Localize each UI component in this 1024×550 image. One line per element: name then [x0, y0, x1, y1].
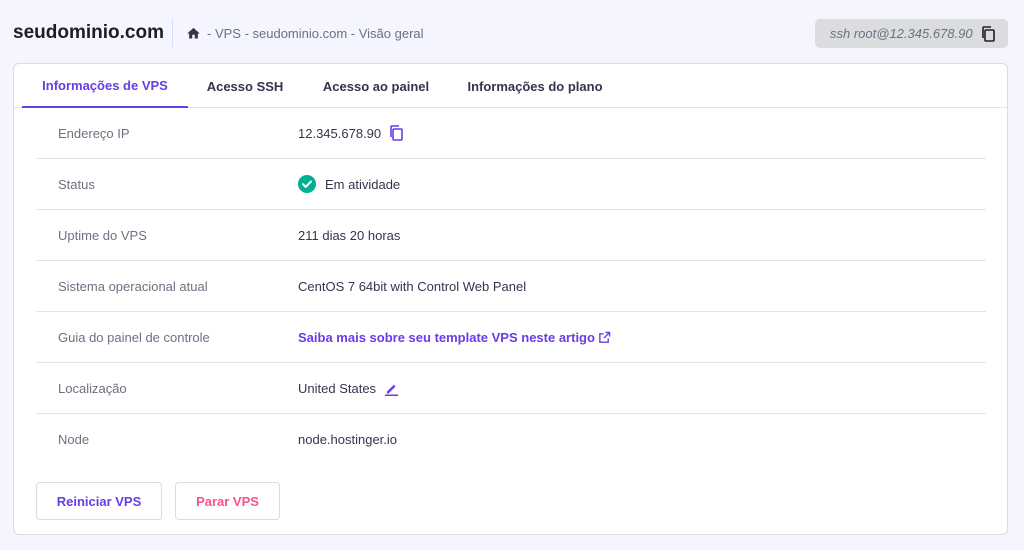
top-bar: seudominio.com - VPS - seudominio.com - …: [0, 0, 1024, 64]
breadcrumb: - VPS - seudominio.com - Visão geral: [186, 24, 424, 42]
info-label: Guia do painel de controle: [58, 329, 210, 345]
page-title: seudominio.com: [13, 22, 164, 43]
header-divider: [172, 19, 173, 47]
info-row-status: Status Em atividade: [36, 159, 986, 210]
info-row-guide: Guia do painel de controle Saiba mais so…: [36, 312, 986, 363]
os-value: CentOS 7 64bit with Control Web Panel: [298, 278, 527, 294]
info-label: Sistema operacional atual: [58, 278, 208, 294]
status-text: Em atividade: [325, 176, 401, 192]
tab-ssh-access[interactable]: Acesso SSH: [188, 64, 302, 108]
info-value-wrap: Em atividade: [298, 175, 400, 193]
edit-icon[interactable]: [384, 381, 399, 396]
info-row-os: Sistema operacional atual CentOS 7 64bit…: [36, 261, 986, 312]
check-circle-icon: [298, 175, 316, 193]
tab-panel-access[interactable]: Acesso ao painel: [302, 64, 450, 108]
vps-info-card: Informações de VPS Acesso SSH Acesso ao …: [13, 63, 1008, 535]
info-label: Status: [58, 176, 95, 192]
node-value: node.hostinger.io: [298, 432, 398, 447]
info-label: Node: [58, 432, 90, 447]
info-value-wrap: Saiba mais sobre seu template VPS neste …: [298, 330, 611, 345]
restart-vps-button[interactable]: Reiniciar VPS: [36, 482, 162, 520]
guide-link[interactable]: Saiba mais sobre seu template VPS neste …: [298, 330, 595, 345]
info-label: Localização: [58, 380, 127, 396]
info-row-uptime: Uptime do VPS 211 dias 20 horas: [36, 210, 986, 261]
copy-ip-icon[interactable]: [389, 125, 403, 141]
info-row-ip: Endereço IP 12.345.678.90: [36, 108, 986, 159]
info-row-node: Node node.hostinger.io: [36, 414, 986, 465]
info-value-wrap: 12.345.678.90: [298, 125, 403, 141]
ip-address: 12.345.678.90: [298, 125, 382, 141]
info-row-location: Localização United States: [36, 363, 986, 414]
info-table: Endereço IP 12.345.678.90 Status Em ativ…: [36, 108, 986, 465]
breadcrumb-path[interactable]: - VPS - seudominio.com - Visão geral: [207, 26, 424, 41]
stop-vps-button[interactable]: Parar VPS: [175, 482, 280, 520]
copy-icon[interactable]: [981, 26, 995, 42]
tab-bar: Informações de VPS Acesso SSH Acesso ao …: [14, 64, 1007, 108]
info-label: Endereço IP: [58, 125, 130, 141]
ssh-command-text: ssh root@12.345.678.90: [830, 26, 973, 41]
home-icon[interactable]: [186, 26, 201, 41]
tab-plan-info[interactable]: Informações do plano: [450, 64, 620, 108]
info-value-wrap: United States: [298, 381, 399, 396]
external-link-icon[interactable]: [598, 331, 611, 344]
info-label: Uptime do VPS: [58, 227, 147, 243]
uptime-value: 211 dias 20 horas: [298, 227, 401, 243]
location-value: United States: [298, 380, 377, 396]
ssh-command-box: ssh root@12.345.678.90: [815, 19, 1008, 48]
tab-vps-info[interactable]: Informações de VPS: [22, 64, 188, 108]
